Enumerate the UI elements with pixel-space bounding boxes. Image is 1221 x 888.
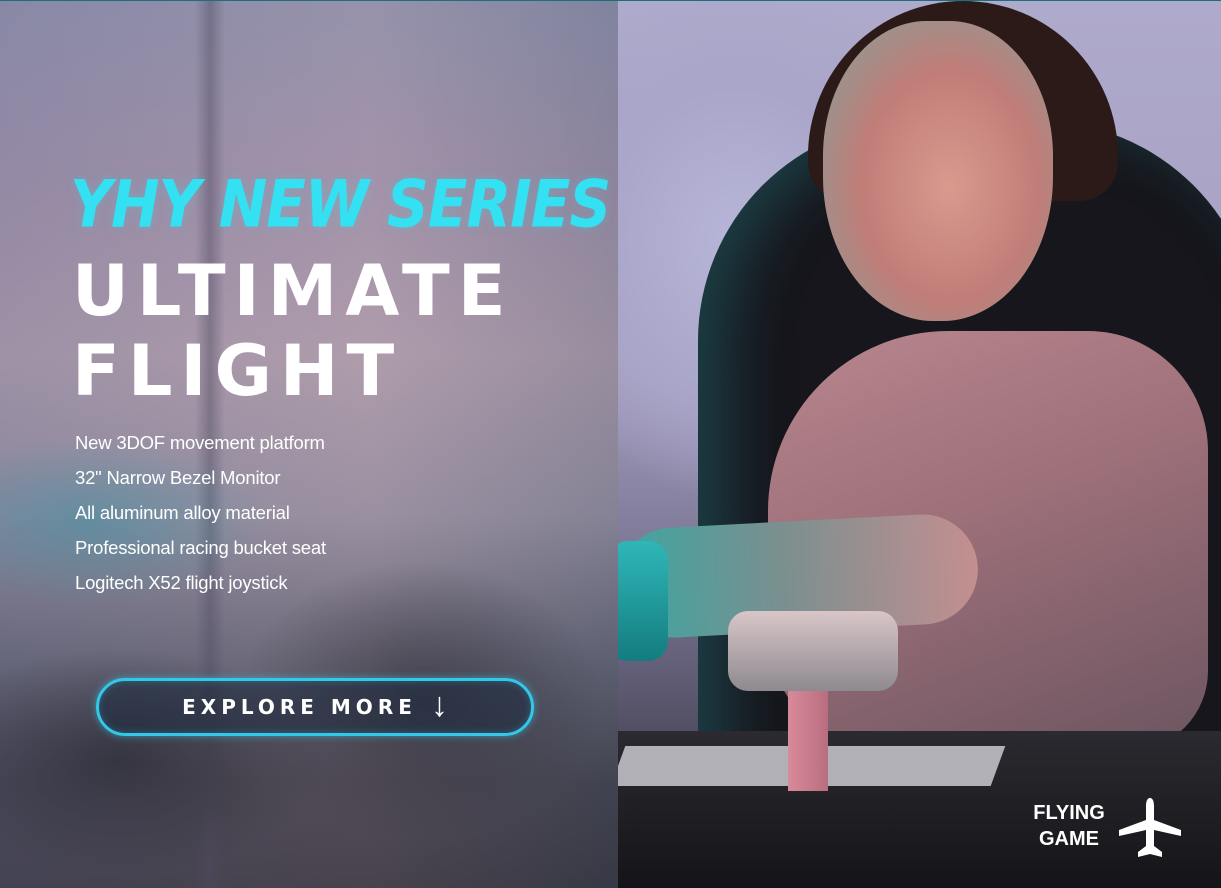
- main-title-line1: ULTIMATE: [72, 250, 514, 332]
- arrow-down-icon: ↓: [430, 686, 448, 724]
- main-title: ULTIMATE FLIGHT: [72, 251, 592, 411]
- feature-item: Professional racing bucket seat: [75, 537, 326, 558]
- feature-item: New 3DOF movement platform: [75, 432, 325, 453]
- explore-more-label: EXPLORE MORE: [182, 695, 417, 719]
- hero-photo: [618, 1, 1221, 888]
- person-face: [823, 21, 1053, 321]
- throttle-grip: [618, 541, 668, 661]
- feature-list: New 3DOF movement platform 32" Narrow Be…: [75, 425, 326, 600]
- series-title: YHY NEW SERIES: [70, 166, 611, 243]
- feature-item: Logitech X52 flight joystick: [75, 572, 288, 593]
- badge-line2: GAME: [1039, 828, 1099, 850]
- airplane-icon: [1119, 798, 1181, 857]
- flying-game-badge: FLYING GAME: [1023, 796, 1193, 866]
- main-title-line2: FLIGHT: [72, 330, 403, 412]
- explore-more-button[interactable]: EXPLORE MORE ↓: [96, 678, 534, 736]
- badge-text: FLYING GAME: [1023, 800, 1115, 852]
- feature-item: All aluminum alloy material: [75, 502, 290, 523]
- promo-banner: YHY NEW SERIES ULTIMATE FLIGHT New 3DOF …: [0, 0, 1221, 888]
- badge-line1: FLYING: [1033, 802, 1105, 824]
- flight-joystick: [728, 611, 898, 691]
- feature-item: 32" Narrow Bezel Monitor: [75, 467, 281, 488]
